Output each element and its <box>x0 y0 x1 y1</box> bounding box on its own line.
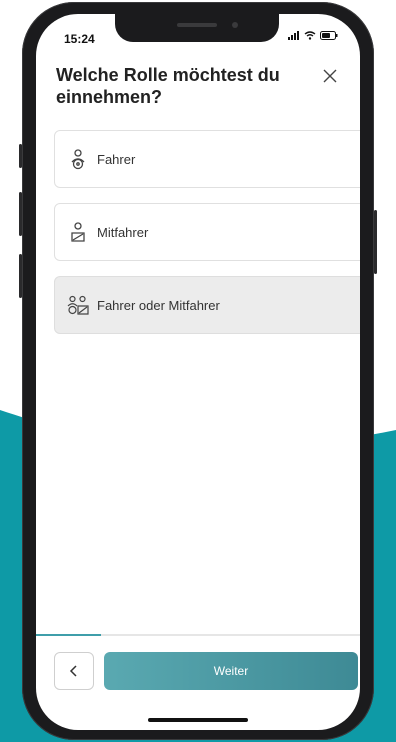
back-button[interactable] <box>54 652 94 690</box>
role-option-label: Fahrer <box>97 151 136 167</box>
role-option-label: Fahrer oder Mitfahrer <box>97 297 220 313</box>
home-indicator <box>148 718 248 722</box>
chevron-left-icon <box>69 665 77 677</box>
role-option-fahrer[interactable]: Fahrer <box>54 130 360 188</box>
status-icons <box>288 31 338 40</box>
role-option-label: Mitfahrer <box>97 224 149 240</box>
driver-or-passenger-icon <box>67 294 89 316</box>
role-option-mitfahrer[interactable]: Mitfahrer <box>54 203 360 261</box>
close-icon <box>323 69 337 83</box>
passenger-icon <box>67 221 89 243</box>
progress-bar <box>36 634 360 636</box>
page-title: Welche Rolle möchtest du einnehmen? <box>56 65 280 107</box>
role-option-fahrer-oder-mitfahrer[interactable]: Fahrer oder Mitfahrer <box>54 276 360 334</box>
progress-fill <box>36 634 101 636</box>
wifi-icon <box>304 31 316 40</box>
signal-icon <box>288 31 299 40</box>
close-button[interactable] <box>320 66 340 86</box>
notch <box>115 14 279 42</box>
status-time: 15:24 <box>64 32 95 46</box>
app-screen: 15:24 Welche Rolle möchtest du einnehmen… <box>36 14 360 730</box>
next-button[interactable]: Weiter <box>104 652 358 690</box>
driver-icon <box>67 148 89 170</box>
battery-icon <box>320 31 338 40</box>
